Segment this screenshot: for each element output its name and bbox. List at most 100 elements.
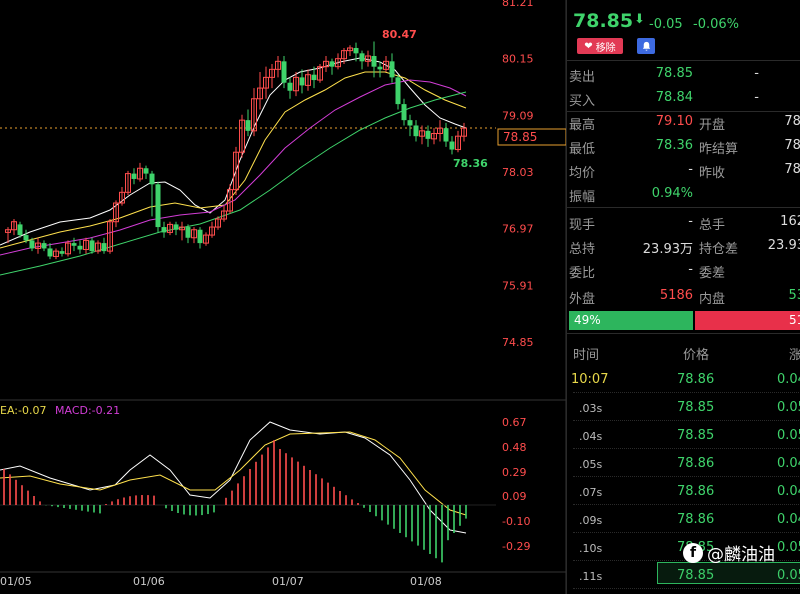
quote-row: 委比 - 委差 [567,258,800,282]
alert-button[interactable] [637,38,655,54]
candle-body [143,168,149,174]
quote-key: 卖出 [569,70,596,85]
quote-value-2: 78. [784,162,800,177]
ticks-header: 时间 价格 涨 [567,340,800,364]
quote-value: 5186 [659,288,693,303]
tick-price: 78.86 [677,484,715,499]
quote-row: 总持 23.93万持仓差 23.93 [567,234,800,258]
tick-row: 10:07 78.86 0.04 [567,366,800,394]
quote-row: 最高 79.10 开盘 78. [567,110,800,134]
macd-tick-label: 0.09 [502,490,527,503]
candle-body [23,235,29,241]
watermark-text: @麟油油 [707,545,775,565]
remove-favorite-label: 移除 [595,42,616,54]
quote-value: - [688,162,693,177]
candle-body [29,240,35,249]
quote-key-2: 总手 [699,218,726,233]
quote-value: 23.93万 [642,242,693,257]
candle-body [425,130,431,139]
quote-row: 外盘 5186 内盘 53 [567,284,800,308]
macd-tick-label: -0.10 [502,515,530,528]
quote-value-2: - [754,90,759,105]
candle-body [287,82,293,91]
candle-body [359,53,365,62]
ticks-header-time: 时间 [573,348,600,363]
tick-change: 0.04 [777,484,800,499]
tick-change: 0.04 [777,456,800,471]
quote-row: 现手 -总手 162 [567,210,800,234]
tick-price: 78.85 [677,400,715,415]
ratio-right-value: 51 [789,313,800,327]
high-price-label: 80.47 [382,28,417,41]
quote-key: 振幅 [569,190,596,205]
quote-value: 79.10 [655,114,693,129]
quote-key: 最低 [569,142,596,157]
macd-dif-line [0,421,467,534]
kline-chart[interactable]: 81.21 80.15 79.09 78.03 76.97 75.91 74.85 0.67 0… [0,0,566,594]
quote-value-2: 23.93 [767,238,800,253]
quote-key-2: 内盘 [699,292,726,307]
quote-value-2: 162 [780,214,800,229]
quote-row: 振幅 0.94% [567,182,800,206]
tick-row: .04s 78.85 0.05 [567,422,800,450]
candle-body [17,224,23,236]
tick-change: 0.05 [777,428,800,443]
tick-change: 0.04 [777,372,800,387]
heart-icon: ❤ [584,40,593,52]
quote-value-2: - [754,66,759,81]
tick-change: 0.05 [777,400,800,415]
tick-time: 10:07 [571,372,609,387]
macd-subchart [0,440,496,563]
candle-body [371,55,377,67]
arrow-down-icon: ⬇ [634,12,645,27]
candle-body [311,74,317,81]
candle-body [413,125,419,137]
last-price: 78.85 [573,10,634,32]
price-change-pct: -0.06% [693,17,739,32]
low-price-label: 78.36 [453,157,488,170]
current-price-value: 78.85 [503,130,537,144]
tick-time: .04s [579,430,603,443]
quote-key-2: 昨结算 [699,142,739,157]
logo-icon: f [683,542,703,563]
ratio-left-value: 49% [574,313,601,327]
price-tick-label: 74.85 [502,336,534,349]
tick-price: 78.86 [677,372,715,387]
bell-icon [642,41,650,51]
tick-time: .05s [579,458,603,471]
quote-key: 现手 [569,218,596,233]
tick-change: 0.05 [777,540,800,555]
tick-time: .09s [579,514,603,527]
candle-body [155,184,161,228]
quote-value: 0.94% [651,186,693,201]
candle-body [377,66,383,70]
tick-price: 78.85 [677,428,715,443]
candlesticks [5,41,467,260]
price-tick-label: 76.97 [502,223,534,236]
macd-tick-label: -0.29 [502,540,530,553]
quote-key: 外盘 [569,292,596,307]
date-label: 01/07 [272,575,304,588]
tick-change: 0.04 [777,512,800,527]
candle-body [185,227,191,238]
candle-body [395,77,401,105]
ticks-header-chg: 涨 [789,348,800,363]
quote-value-2: 78. [784,138,800,153]
date-label: 01/05 [0,575,32,588]
quote-row: 均价 -昨收 78. [567,158,800,182]
candle-body [281,61,287,83]
macd-dea-label: EA:-0.07 [0,404,46,417]
quote-key: 买入 [569,94,596,109]
candle-body [101,243,107,252]
quote-key-2: 开盘 [699,118,726,133]
remove-favorite-button[interactable]: ❤ 移除 [577,38,623,54]
date-label: 01/06 [133,575,165,588]
tick-price: 78.86 [677,456,715,471]
tick-row: .05s 78.86 0.04 [567,450,800,478]
candle-body [59,251,65,254]
tick-row: .07s 78.86 0.04 [567,478,800,506]
candle-body [443,128,449,142]
tick-row: .03s 78.85 0.05 [567,394,800,422]
quote-key-2: 昨收 [699,166,726,181]
price-tick-label: 79.09 [502,109,534,122]
